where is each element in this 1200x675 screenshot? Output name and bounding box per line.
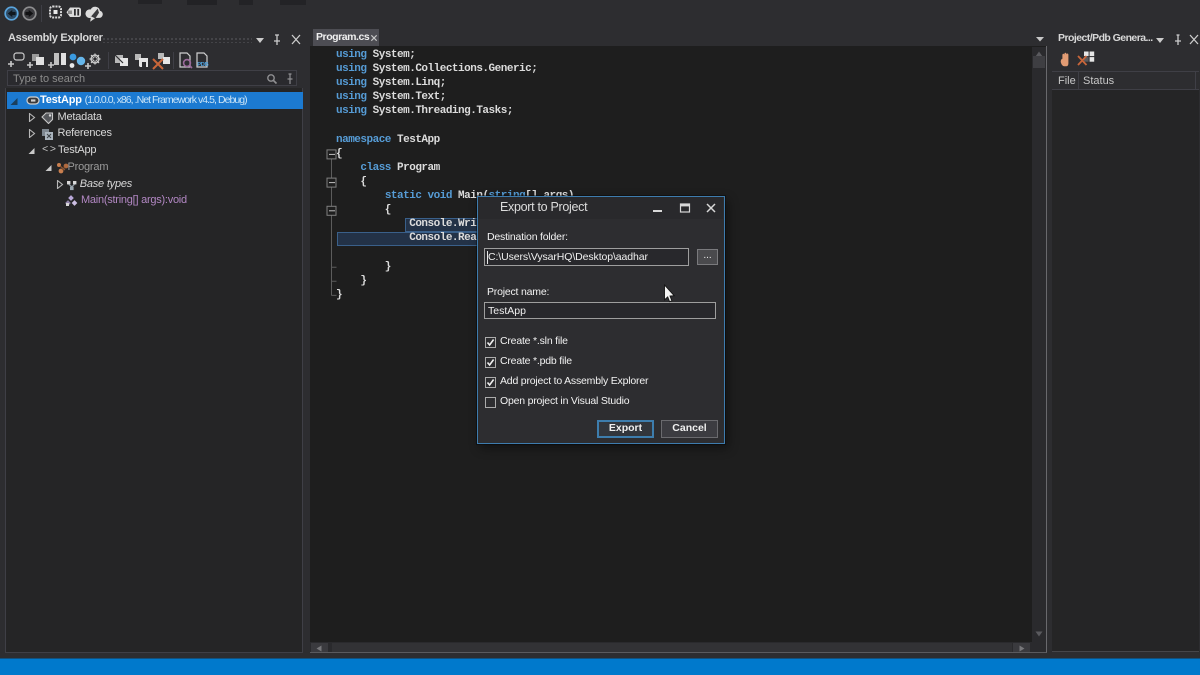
svg-text:PDB: PDB [197,62,208,68]
